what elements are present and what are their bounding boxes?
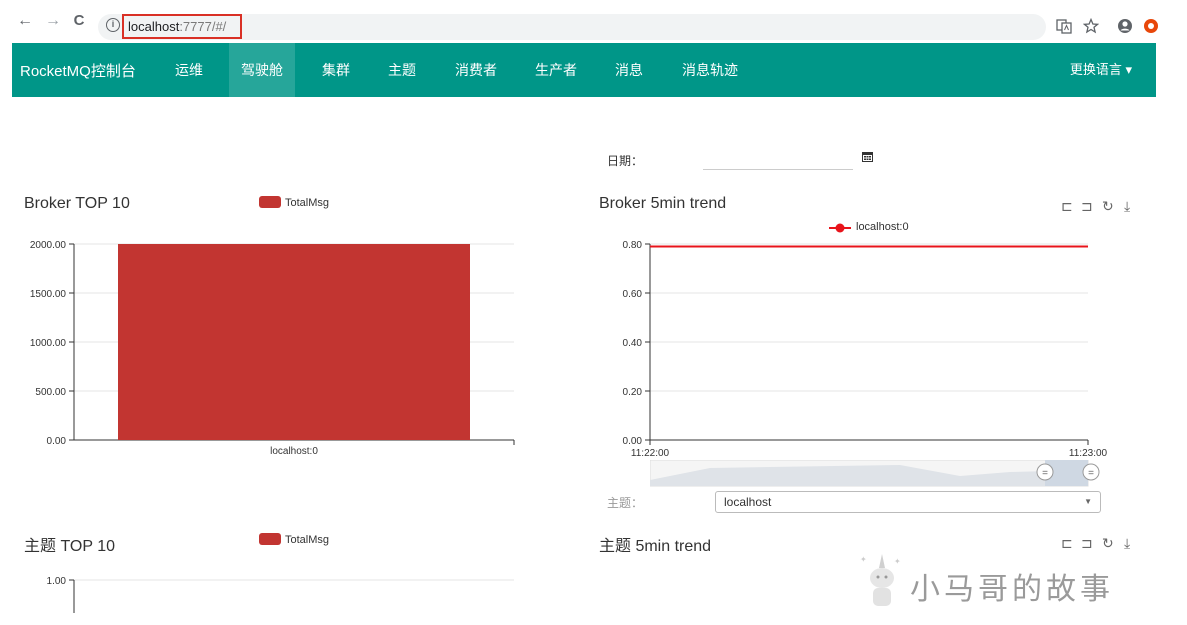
y-tick-label: 1500.00 — [30, 289, 67, 300]
topic-trend-title: 主题 5min trend — [599, 538, 712, 555]
zoom-reset-icon[interactable]: ⊐ — [1081, 198, 1093, 214]
nav-producer[interactable]: 生产者 — [524, 43, 588, 97]
legend-label: TotalMsg — [285, 197, 330, 209]
nav-message-trace[interactable]: 消息轨迹 — [672, 43, 748, 97]
legend-label: TotalMsg — [285, 534, 330, 546]
svg-text:=: = — [1042, 468, 1048, 479]
x-tick-label: 11:23:00 — [1069, 448, 1108, 459]
download-icon[interactable]: ⤓ — [1124, 198, 1130, 214]
calendar-icon[interactable] — [862, 151, 873, 162]
url-text[interactable]: localhost:7777/#/ — [128, 19, 226, 34]
extension-icon[interactable] — [1143, 18, 1159, 34]
translate-icon[interactable] — [1056, 18, 1072, 34]
nav-consumer[interactable]: 消费者 — [444, 43, 508, 97]
broker-trend-chart: 0.00 0.20 0.40 0.60 0.80 11:22:00 11:23:00 — [623, 240, 1108, 459]
y-tick-label: 0.00 — [623, 436, 643, 447]
broker-top10-chart: 0.00 500.00 1000.00 1500.00 2000.00 localhost… — [30, 240, 515, 457]
zoom-icon[interactable]: ⊏ — [1061, 535, 1073, 551]
svg-text:=: = — [1088, 468, 1094, 479]
profile-avatar-icon[interactable] — [1117, 18, 1133, 34]
broker-top10-legend[interactable]: TotalMsg — [259, 196, 329, 209]
y-tick-label: 0.80 — [623, 240, 643, 251]
svg-text:✦: ✦ — [894, 557, 901, 566]
y-tick-label: 0.60 — [623, 289, 643, 300]
topic-label: 主题： — [607, 496, 644, 510]
app-navbar: RocketMQ控制台 运维 驾驶舱 集群 主题 消费者 生产者 消息 消息轨迹… — [12, 43, 1156, 97]
topic-select-value: localhost — [724, 495, 772, 509]
data-zoom-slider[interactable]: = = — [650, 460, 1110, 488]
legend-swatch — [259, 196, 281, 208]
watermark: ✦ ✦ 小马哥的故事 — [858, 552, 1110, 612]
date-label: 日期： — [607, 154, 644, 168]
bookmark-star-icon[interactable] — [1083, 18, 1099, 34]
broker-top10-title: Broker TOP 10 — [24, 195, 130, 212]
nav-cluster[interactable]: 集群 — [308, 43, 364, 97]
url-path: :7777/#/ — [179, 19, 227, 34]
y-tick-label: 0.00 — [47, 436, 67, 447]
chevron-down-icon: ▼ — [1084, 497, 1092, 506]
y-tick-label: 0.20 — [623, 387, 643, 398]
nav-ops[interactable]: 运维 — [164, 43, 214, 97]
unicorn-logo-icon: ✦ ✦ — [860, 554, 901, 606]
x-tick-label: localhost:0 — [270, 446, 318, 457]
download-icon[interactable]: ⤓ — [1124, 535, 1130, 551]
restore-icon[interactable]: ↻ — [1102, 535, 1114, 551]
nav-message[interactable]: 消息 — [604, 43, 654, 97]
zoom-icon[interactable]: ⊏ — [1061, 198, 1073, 214]
zoom-reset-icon[interactable]: ⊐ — [1081, 535, 1093, 551]
forward-arrow-icon[interactable]: → — [44, 13, 62, 29]
svg-text:✦: ✦ — [860, 555, 867, 564]
app-brand[interactable]: RocketMQ控制台 — [20, 60, 136, 81]
y-tick-label: 1.00 — [47, 576, 67, 587]
date-input[interactable] — [703, 150, 853, 170]
language-dropdown[interactable]: 更换语言 ▾ — [1070, 43, 1132, 97]
restore-icon[interactable]: ↻ — [1102, 198, 1114, 214]
x-tick-label: 11:22:00 — [631, 448, 670, 459]
url-host: localhost — [128, 19, 180, 34]
legend-swatch — [259, 533, 281, 545]
reload-icon[interactable]: C — [70, 13, 88, 29]
y-tick-label: 2000.00 — [30, 240, 67, 251]
nav-dashboard[interactable]: 驾驶舱 — [229, 43, 295, 97]
back-arrow-icon[interactable]: ← — [16, 13, 34, 29]
y-tick-label: 0.40 — [623, 338, 643, 349]
topic-top10-chart: 1.00 — [47, 576, 514, 613]
y-tick-label: 500.00 — [35, 387, 66, 398]
topic-top10-legend[interactable]: TotalMsg — [259, 533, 329, 546]
topic-top10-title: 主题 TOP 10 — [24, 538, 116, 555]
nav-topic[interactable]: 主题 — [376, 43, 428, 97]
y-tick-label: 1000.00 — [30, 338, 67, 349]
broker-trend-title: Broker 5min trend — [599, 195, 727, 212]
site-info-icon[interactable]: i — [106, 18, 120, 32]
bar — [118, 244, 470, 440]
watermark-text: 小马哥的故事 — [910, 572, 1114, 607]
topic-select[interactable]: localhost ▼ — [715, 491, 1101, 513]
